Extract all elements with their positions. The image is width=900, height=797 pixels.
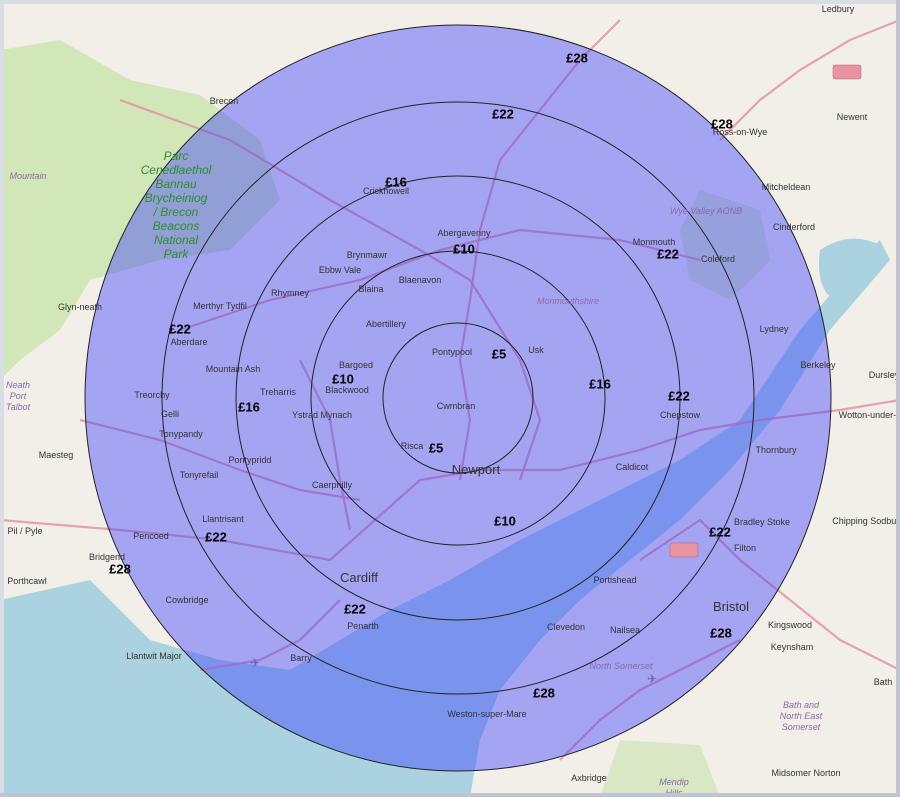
place-label-mountain-ash: Mountain Ash: [206, 364, 261, 374]
place-label-usk: Usk: [528, 345, 544, 355]
place-label-bargoed: Bargoed: [339, 360, 373, 370]
place-label-chipping-sodbury: Chipping Sodbury: [832, 516, 900, 526]
price-label: £10: [332, 371, 354, 386]
place-label-rhymney: Rhymney: [271, 288, 310, 298]
place-label-llantrisant: Llantrisant: [202, 514, 244, 524]
place-label-tonypandy: Tonypandy: [159, 429, 203, 439]
place-label-cinderford: Cinderford: [773, 222, 815, 232]
place-label-abergavenny: Abergavenny: [437, 228, 491, 238]
map-frame-shadow-right: [896, 0, 900, 797]
place-label-chepstow: Chepstow: [660, 410, 701, 420]
place-label-brecon: Brecon: [210, 96, 239, 106]
price-label: £10: [453, 241, 475, 256]
place-label-blackwood: Blackwood: [325, 385, 369, 395]
price-label: £28: [711, 116, 733, 131]
price-label: £22: [344, 601, 366, 616]
price-label: £16: [589, 376, 611, 391]
price-label: £22: [709, 524, 731, 539]
place-label-caerphilly: Caerphilly: [312, 480, 353, 490]
place-label-kingswood: Kingswood: [768, 620, 812, 630]
place-label-treorchy: Treorchy: [134, 390, 170, 400]
place-label-newport: Newport: [452, 462, 501, 477]
place-label-mitcheldean: Mitcheldean: [762, 182, 811, 192]
place-label-monmouthshire: Monmouthshire: [537, 296, 599, 306]
price-label: £28: [109, 561, 131, 576]
place-label-filton: Filton: [734, 543, 756, 553]
place-label-cowbridge: Cowbridge: [165, 595, 208, 605]
shield-m50: [832, 64, 862, 80]
place-label-midsomer-norton: Midsomer Norton: [771, 768, 840, 778]
place-label-maesteg: Maesteg: [39, 450, 74, 460]
place-label-ebbw-vale: Ebbw Vale: [319, 265, 361, 275]
airport-icon: ✈: [250, 656, 260, 670]
place-label-risca: Risca: [401, 441, 424, 451]
place-label-wye-valley-aonb: Wye Valley AONB: [670, 206, 742, 216]
place-label-aberdare: Aberdare: [170, 337, 207, 347]
place-label-keynsham: Keynsham: [771, 642, 814, 652]
map-frame-shadow-bottom: [0, 793, 900, 797]
price-label: £28: [533, 685, 555, 700]
airport-icon: ✈: [647, 672, 657, 686]
place-label-portishead: Portishead: [593, 575, 636, 585]
place-label-lydney: Lydney: [760, 324, 789, 334]
place-label-bradley-stoke: Bradley Stoke: [734, 517, 790, 527]
price-label: £16: [385, 174, 407, 189]
place-label-pontypool: Pontypool: [432, 347, 472, 357]
place-label-newent: Newent: [837, 112, 868, 122]
price-label: £10: [494, 513, 516, 528]
price-label: £28: [566, 50, 588, 65]
price-label: £22: [668, 388, 690, 403]
map-view[interactable]: Ledbury Newent Ross-on-Wye Mitcheldean Cinde…: [0, 0, 900, 797]
place-label-caldicot: Caldicot: [616, 462, 649, 472]
price-label: £22: [205, 529, 227, 544]
place-label-barry: Barry: [290, 653, 312, 663]
place-label-ledbury: Ledbury: [822, 4, 855, 14]
place-label-nailsea: Nailsea: [610, 625, 640, 635]
place-label-glyn-neath: Glyn-neath: [58, 302, 102, 312]
place-label-pencoed: Pencoed: [133, 531, 169, 541]
place-label-bristol: Bristol: [713, 599, 749, 614]
place-label-mountain: Mountain: [9, 171, 46, 181]
price-label: £22: [492, 106, 514, 121]
place-label-thornbury: Thornbury: [755, 445, 797, 455]
price-label: £5: [429, 440, 443, 455]
place-label-blaenavon: Blaenavon: [399, 275, 442, 285]
place-label-cardiff: Cardiff: [340, 570, 378, 585]
place-label-pontypridd: Pontypridd: [228, 455, 271, 465]
place-label-abertillery: Abertillery: [366, 319, 407, 329]
place-label-axbridge: Axbridge: [571, 773, 607, 783]
place-label-ystrad-mynach: Ystrad Mynach: [292, 410, 352, 420]
place-label-weston-super-mare: Weston-super-Mare: [447, 709, 526, 719]
place-label-gelli: Gelli: [161, 409, 179, 419]
place-label-brynmawr: Brynmawr: [347, 250, 388, 260]
place-label-bath-and-north-east-somerset: Bath and North East Somerset: [780, 700, 823, 732]
place-label-llantwit-major: Llantwit Major: [126, 651, 182, 661]
place-label-coleford: Coleford: [701, 254, 735, 264]
place-label-clevedon: Clevedon: [547, 622, 585, 632]
place-label-tonyrefail: Tonyrefail: [180, 470, 219, 480]
place-label-treharris: Treharris: [260, 387, 296, 397]
price-label: £16: [238, 399, 260, 414]
place-label-merthyr-tydfil: Merthyr Tydfil: [193, 301, 247, 311]
place-label-porthcawl: Porthcawl: [7, 576, 47, 586]
place-label-berkeley: Berkeley: [800, 360, 836, 370]
place-label-bath: Bath: [874, 677, 893, 687]
place-label-wotton-under-edge: Wotton-under-Edge: [839, 410, 900, 420]
price-label: £22: [657, 246, 679, 261]
map-canvas[interactable]: LedburyNewentRoss-on-WyeMitcheldeanCinde…: [0, 0, 900, 797]
place-label-blaina: Blaina: [358, 284, 383, 294]
place-label-pil-pyle: Pil / Pyle: [7, 526, 42, 536]
price-label: £22: [169, 321, 191, 336]
price-label: £28: [710, 625, 732, 640]
shield-m49: [669, 542, 699, 558]
price-label: £5: [492, 346, 506, 361]
place-label-north-somerset: North Somerset: [589, 661, 653, 671]
place-label-penarth: Penarth: [347, 621, 379, 631]
place-label-cwmbran: Cwmbran: [437, 401, 476, 411]
